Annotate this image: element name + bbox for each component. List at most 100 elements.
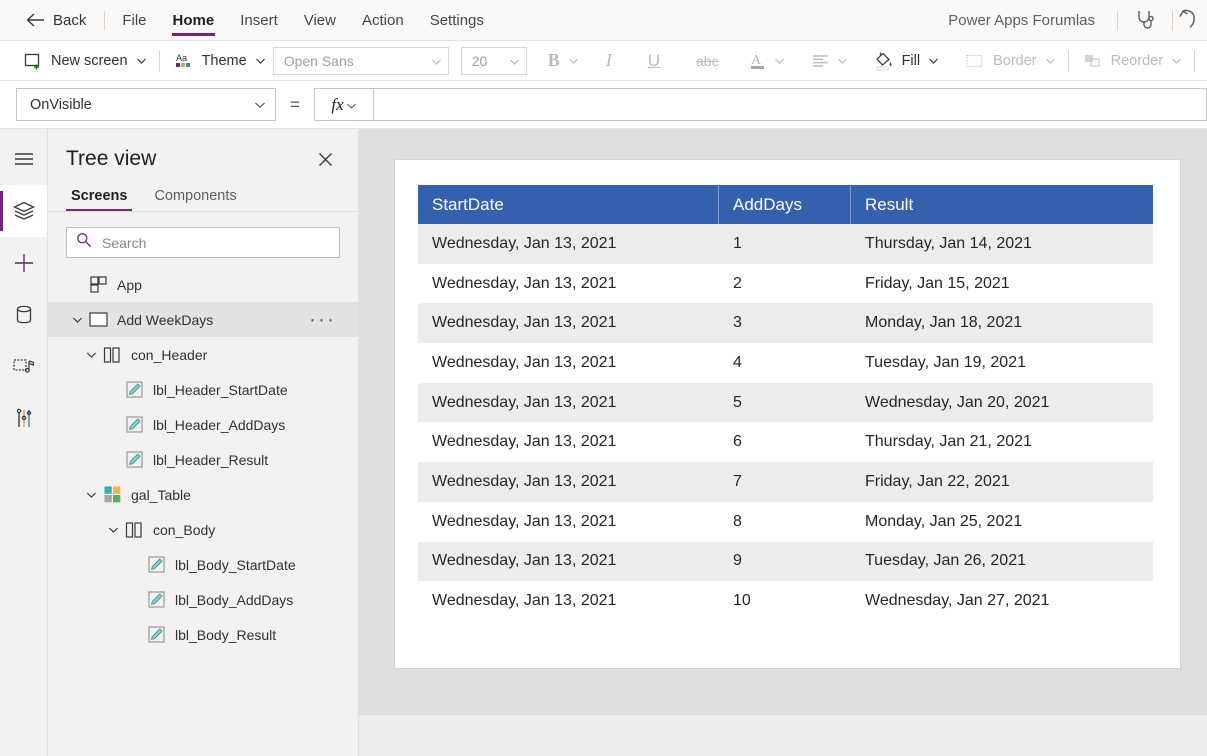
app-checker-icon[interactable] — [1122, 0, 1168, 41]
table-cell: Friday, Jan 15, 2021 — [851, 264, 1153, 304]
table-row[interactable]: Wednesday, Jan 13, 20218Monday, Jan 25, … — [418, 502, 1153, 542]
search-input[interactable] — [100, 234, 330, 252]
chevron-down-icon[interactable] — [70, 316, 85, 324]
table-cell: Monday, Jan 18, 2021 — [851, 303, 1153, 343]
media-button[interactable] — [0, 341, 47, 393]
ribbon-toolbar: New screen Aa Theme Open Sans — [0, 41, 1207, 81]
chevron-down-icon — [1045, 57, 1057, 65]
tree-item-lbl-header-adddays[interactable]: lbl_Header_AddDays — [48, 407, 358, 442]
table-cell: 9 — [719, 542, 851, 582]
gallery-icon — [99, 486, 125, 503]
variables-button[interactable] — [0, 393, 47, 445]
menu-item-settings[interactable]: Settings — [417, 0, 497, 41]
chevron-down-icon — [837, 57, 849, 65]
app-icon — [85, 276, 111, 293]
font-size-select[interactable]: 20 — [461, 47, 527, 75]
hamburger-menu-button[interactable] — [0, 133, 47, 185]
close-icon[interactable] — [312, 146, 338, 172]
tree-item-label: lbl_Body_AddDays — [169, 592, 293, 608]
chevron-down-icon[interactable] — [84, 491, 99, 499]
table-row[interactable]: Wednesday, Jan 13, 20216Thursday, Jan 21… — [418, 422, 1153, 462]
tree-item-gal-table[interactable]: gal_Table — [48, 477, 358, 512]
tree-item-con-header[interactable]: con_Header — [48, 337, 358, 372]
status-bar — [359, 714, 1207, 756]
menu-item-view[interactable]: View — [291, 0, 349, 41]
table-header-row: StartDateAddDaysResult — [418, 185, 1153, 224]
table-cell: Tuesday, Jan 19, 2021 — [851, 343, 1153, 383]
ribbon-separator-1 — [159, 50, 160, 72]
property-select[interactable]: OnVisible — [16, 88, 276, 121]
menu-item-home[interactable]: Home — [160, 0, 228, 41]
table-cell: Wednesday, Jan 13, 2021 — [418, 383, 719, 423]
new-screen-button[interactable]: New screen — [20, 46, 148, 76]
tree-item-lbl-body-startdate[interactable]: lbl_Body_StartDate — [48, 547, 358, 582]
tree-item-lbl-body-adddays[interactable]: lbl_Body_AddDays — [48, 582, 358, 617]
label-icon — [143, 591, 169, 608]
hamburger-icon — [13, 151, 35, 167]
svg-text:Aa: Aa — [176, 53, 187, 63]
table-cell: 7 — [719, 462, 851, 502]
table-row[interactable]: Wednesday, Jan 13, 20215Wednesday, Jan 2… — [418, 383, 1153, 423]
table-row[interactable]: Wednesday, Jan 13, 20219Tuesday, Jan 26,… — [418, 542, 1153, 582]
italic-button[interactable]: I — [596, 46, 622, 76]
power-apps-studio: Back FileHomeInsertViewActionSettings Po… — [0, 0, 1207, 756]
tree-item-lbl-header-result[interactable]: lbl_Header_Result — [48, 442, 358, 477]
table-row[interactable]: Wednesday, Jan 13, 20217Friday, Jan 22, … — [418, 462, 1153, 502]
table-cell: Wednesday, Jan 13, 2021 — [418, 422, 719, 462]
insert-button[interactable] — [0, 237, 47, 289]
table-cell: 10 — [719, 581, 851, 621]
font-family-select[interactable]: Open Sans — [273, 47, 449, 75]
chevron-down-icon — [774, 57, 786, 65]
top-menu-bar: Back FileHomeInsertViewActionSettings Po… — [0, 0, 1207, 41]
table-row[interactable]: Wednesday, Jan 13, 20211Thursday, Jan 14… — [418, 224, 1153, 264]
strikethrough-button[interactable]: abc — [686, 46, 729, 76]
table-row[interactable]: Wednesday, Jan 13, 20213Monday, Jan 18, … — [418, 303, 1153, 343]
table-row[interactable]: Wednesday, Jan 13, 20214Tuesday, Jan 19,… — [418, 343, 1153, 383]
font-color-button[interactable]: A — [745, 46, 786, 76]
border-label: Border — [988, 53, 1042, 69]
chevron-down-icon[interactable] — [84, 351, 99, 359]
app-title: Power Apps Forumlas — [948, 12, 1113, 29]
formula-input[interactable] — [374, 88, 1207, 121]
strikethrough-label: abc — [686, 53, 729, 69]
table-row[interactable]: Wednesday, Jan 13, 202110Wednesday, Jan … — [418, 581, 1153, 621]
tree-search-wrap — [48, 212, 358, 258]
data-button[interactable] — [0, 289, 47, 341]
media-icon — [12, 356, 36, 378]
tab-screens[interactable]: Screens — [66, 188, 132, 211]
border-button[interactable]: Border — [962, 46, 1057, 76]
table-cell: 4 — [719, 343, 851, 383]
align-button[interactable] — [808, 46, 849, 76]
theme-button[interactable]: Aa Theme — [171, 46, 267, 76]
tree-item-label: Add WeekDays — [111, 312, 213, 328]
underline-button[interactable]: U — [638, 46, 670, 76]
table-body: Wednesday, Jan 13, 20211Thursday, Jan 14… — [418, 224, 1153, 621]
tree-item-lbl-body-result[interactable]: lbl_Body_Result — [48, 617, 358, 652]
app-screen[interactable]: StartDateAddDaysResult Wednesday, Jan 13… — [395, 160, 1180, 668]
search-box[interactable] — [66, 227, 340, 258]
tree-item-lbl-header-startdate[interactable]: lbl_Header_StartDate — [48, 372, 358, 407]
table-cell: Wednesday, Jan 13, 2021 — [418, 542, 719, 582]
undo-icon[interactable] — [1177, 0, 1207, 41]
chevron-down-icon — [1171, 57, 1183, 65]
left-icon-rail — [0, 129, 48, 756]
reorder-button[interactable]: Reorder — [1080, 46, 1183, 76]
chevron-down-icon — [509, 53, 520, 69]
fill-button[interactable]: Fill — [871, 46, 941, 76]
bold-button[interactable]: B — [543, 46, 580, 76]
tree-item-app[interactable]: App — [48, 267, 358, 302]
database-icon — [14, 304, 34, 326]
more-options-icon[interactable]: ··· — [309, 315, 358, 325]
menu-item-file[interactable]: File — [109, 0, 159, 41]
tree-item-add-weekdays[interactable]: Add WeekDays ··· — [48, 302, 358, 337]
menu-item-insert[interactable]: Insert — [227, 0, 291, 41]
menu-item-action[interactable]: Action — [349, 0, 417, 41]
chevron-down-icon[interactable] — [106, 526, 121, 534]
back-button[interactable]: Back — [0, 0, 100, 41]
table-cell: Tuesday, Jan 26, 2021 — [851, 542, 1153, 582]
fx-button[interactable]: fx — [314, 88, 374, 121]
tab-components[interactable]: Components — [149, 188, 241, 211]
tree-view-button[interactable] — [0, 185, 47, 237]
table-row[interactable]: Wednesday, Jan 13, 20212Friday, Jan 15, … — [418, 264, 1153, 304]
tree-item-con-body[interactable]: con_Body — [48, 512, 358, 547]
